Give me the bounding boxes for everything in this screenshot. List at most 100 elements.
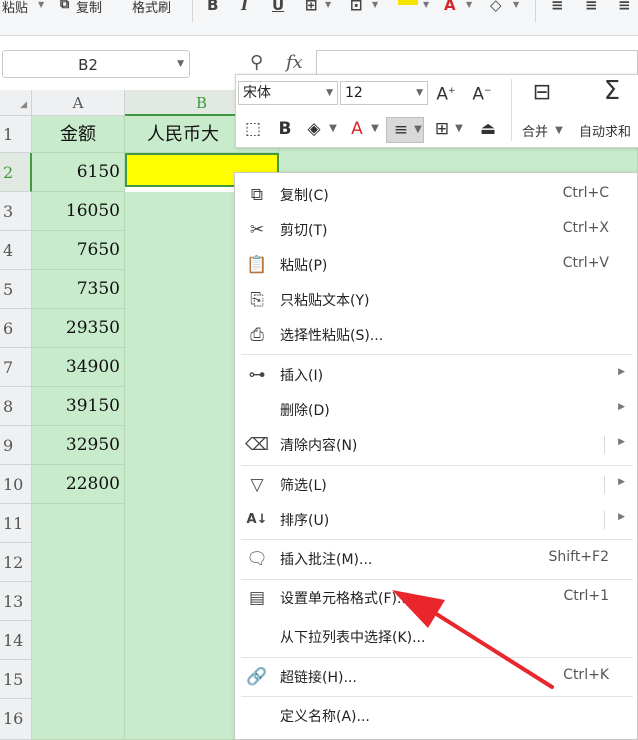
row-header[interactable]: 4 <box>0 231 32 270</box>
decrease-font-icon[interactable]: A− <box>470 79 494 107</box>
increase-font-icon[interactable]: A+ <box>434 79 458 107</box>
menu-item-label: 选择性粘贴(S)... <box>280 328 384 344</box>
row-header[interactable]: 11 <box>0 504 32 543</box>
row-header[interactable]: 15 <box>0 660 32 699</box>
fill-icon[interactable]: ⊡ <box>350 0 363 14</box>
row-header[interactable]: 3 <box>0 192 32 231</box>
border-dropdown-icon[interactable]: ▼ <box>325 0 331 9</box>
menu-item-define-name[interactable]: 定义名称(A)... <box>235 698 638 733</box>
copy-button[interactable]: 复制 <box>76 0 102 16</box>
align-button[interactable]: ≡ ▼ <box>386 117 424 143</box>
menu-item-format-cells[interactable]: ▤ 设置单元格格式(F)... Ctrl+1 <box>235 580 638 615</box>
menu-item-clear[interactable]: ⌫ 清除内容(N) ▶ <box>235 427 638 462</box>
mini-toolbar: 宋体 ▼ 12 ▼ A+ A− ⊟ 合并 ▼ Σ 自动求和 ⬚ B ◈ ▼ A … <box>235 74 638 148</box>
chevron-down-icon[interactable]: ▼ <box>326 82 333 104</box>
menu-separator <box>241 657 633 658</box>
menu-item-paste[interactable]: 📋 粘贴(P) Ctrl+V <box>235 247 638 282</box>
wrap-text-icon[interactable]: ⬚ <box>240 117 266 141</box>
row-header[interactable]: 16 <box>0 699 32 740</box>
format-painter-button[interactable]: 格式刷 <box>132 0 171 16</box>
italic-icon[interactable]: I <box>241 0 248 14</box>
row-header[interactable]: 8 <box>0 387 32 426</box>
border-icon[interactable]: ⊞ <box>305 0 318 14</box>
format-painter-icon[interactable]: ⏏ <box>476 117 500 141</box>
highlight-dropdown-icon[interactable]: ▼ <box>423 0 429 9</box>
font-name-select[interactable]: 宋体 ▼ <box>238 81 338 105</box>
cell-amount[interactable]: 7650 <box>32 231 125 270</box>
menu-item-copy[interactable]: ⧉ 复制(C) Ctrl+C <box>235 177 638 212</box>
select-all-corner[interactable]: ◢ <box>0 90 32 116</box>
cell-amount[interactable]: 16050 <box>32 192 125 231</box>
merge-icon[interactable]: ⊟ <box>524 81 560 105</box>
menu-item-paste-text[interactable]: ⎘ 只粘贴文本(Y) <box>235 282 638 317</box>
row-header[interactable]: 1 <box>0 116 32 153</box>
border-icon[interactable]: ⊞ <box>431 117 453 141</box>
empty-cells-a[interactable] <box>32 504 125 740</box>
menu-item-hyperlink[interactable]: 🔗 超链接(H)... Ctrl+K <box>235 659 638 694</box>
sum-icon[interactable]: Σ <box>594 78 630 104</box>
fx-icon[interactable]: fx <box>286 52 303 73</box>
cell-amount[interactable]: 29350 <box>32 309 125 348</box>
merge-button[interactable]: 合并 <box>522 121 548 140</box>
row-header[interactable]: 10 <box>0 465 32 504</box>
paste-button[interactable]: 粘贴 <box>2 0 28 16</box>
row-header[interactable]: 2 <box>0 153 32 192</box>
ribbon-toolbar: 粘贴 ▼ ⧉ 复制 格式刷 B I U ⊞ ▼ ⊡ ▼ ▼ A ▼ ◇ ▼ ≡ … <box>0 0 638 36</box>
cell-amount[interactable]: 22800 <box>32 465 125 504</box>
chevron-down-icon[interactable]: ▼ <box>370 117 380 141</box>
font-color-icon[interactable]: A <box>444 0 456 14</box>
cell-amount[interactable]: 7350 <box>32 270 125 309</box>
font-color-dropdown-icon[interactable]: ▼ <box>466 0 472 9</box>
menu-item-delete[interactable]: 删除(D) ▶ <box>235 392 638 427</box>
underline-icon[interactable]: U <box>272 0 284 14</box>
menu-item-cut[interactable]: ✂ 剪切(T) Ctrl+X <box>235 212 638 247</box>
cell-amount[interactable]: 6150 <box>32 153 125 192</box>
cell-a1[interactable]: 金额 <box>32 116 125 153</box>
row-header[interactable]: 7 <box>0 348 32 387</box>
font-color-icon[interactable]: A <box>346 117 368 141</box>
row-header[interactable]: 5 <box>0 270 32 309</box>
fill-dropdown-icon[interactable]: ▼ <box>372 0 378 9</box>
font-size-select[interactable]: 12 ▼ <box>340 81 428 105</box>
chevron-down-icon[interactable]: ▼ <box>416 82 423 104</box>
align-center-icon[interactable]: ≡ <box>585 0 598 14</box>
menu-item-sort[interactable]: A↓ 排序(U) ▶ <box>235 502 638 537</box>
clear-format-dropdown-icon[interactable]: ▼ <box>513 0 519 9</box>
menu-item-filter[interactable]: ▽ 筛选(L) ▶ <box>235 467 638 502</box>
chevron-down-icon[interactable]: ▼ <box>454 117 464 141</box>
menu-item-insert-comment[interactable]: 🗨 插入批注(M)... Shift+F2 <box>235 541 638 576</box>
row-header[interactable]: 13 <box>0 582 32 621</box>
clear-format-icon[interactable]: ◇ <box>490 0 502 14</box>
clear-icon: ⌫ <box>245 435 270 455</box>
menu-item-pick-from-list[interactable]: 从下拉列表中选择(K)... <box>235 619 638 654</box>
row-header[interactable]: 9 <box>0 426 32 465</box>
align-right-icon[interactable]: ≡ <box>618 0 631 14</box>
column-header-a[interactable]: A <box>32 90 125 116</box>
bold-icon[interactable]: B <box>207 0 218 14</box>
autosum-button[interactable]: 自动求和 <box>579 121 631 140</box>
menu-item-insert[interactable]: ⊶ 插入(I) ▶ <box>235 357 638 392</box>
menu-item-label: 复制(C) <box>280 188 329 204</box>
cell-amount[interactable]: 32950 <box>32 426 125 465</box>
name-box[interactable]: B2 ▼ <box>2 50 190 78</box>
comment-icon: 🗨 <box>246 549 268 569</box>
menu-item-shortcut: Ctrl+K <box>563 667 609 683</box>
fill-color-icon[interactable]: ◈ <box>302 117 326 141</box>
cell-amount[interactable]: 39150 <box>32 387 125 426</box>
highlight-icon[interactable] <box>398 0 418 5</box>
paste-icon: 📋 <box>246 255 268 275</box>
align-left-icon[interactable]: ≡ <box>551 0 564 14</box>
copy-icon[interactable]: ⧉ <box>60 0 69 12</box>
menu-item-shortcut: Ctrl+C <box>562 185 609 201</box>
menu-item-paste-special[interactable]: ⎙ 选择性粘贴(S)... <box>235 317 638 352</box>
zoom-icon[interactable]: ⚲ <box>250 52 263 73</box>
bold-icon[interactable]: B <box>274 117 296 141</box>
chevron-down-icon[interactable]: ▼ <box>328 117 338 141</box>
chevron-down-icon[interactable]: ▼ <box>554 119 564 143</box>
cell-amount[interactable]: 34900 <box>32 348 125 387</box>
chevron-down-icon[interactable]: ▼ <box>177 59 184 69</box>
row-header[interactable]: 12 <box>0 543 32 582</box>
paste-dropdown-icon[interactable]: ▼ <box>38 0 44 9</box>
row-header[interactable]: 6 <box>0 309 32 348</box>
row-header[interactable]: 14 <box>0 621 32 660</box>
